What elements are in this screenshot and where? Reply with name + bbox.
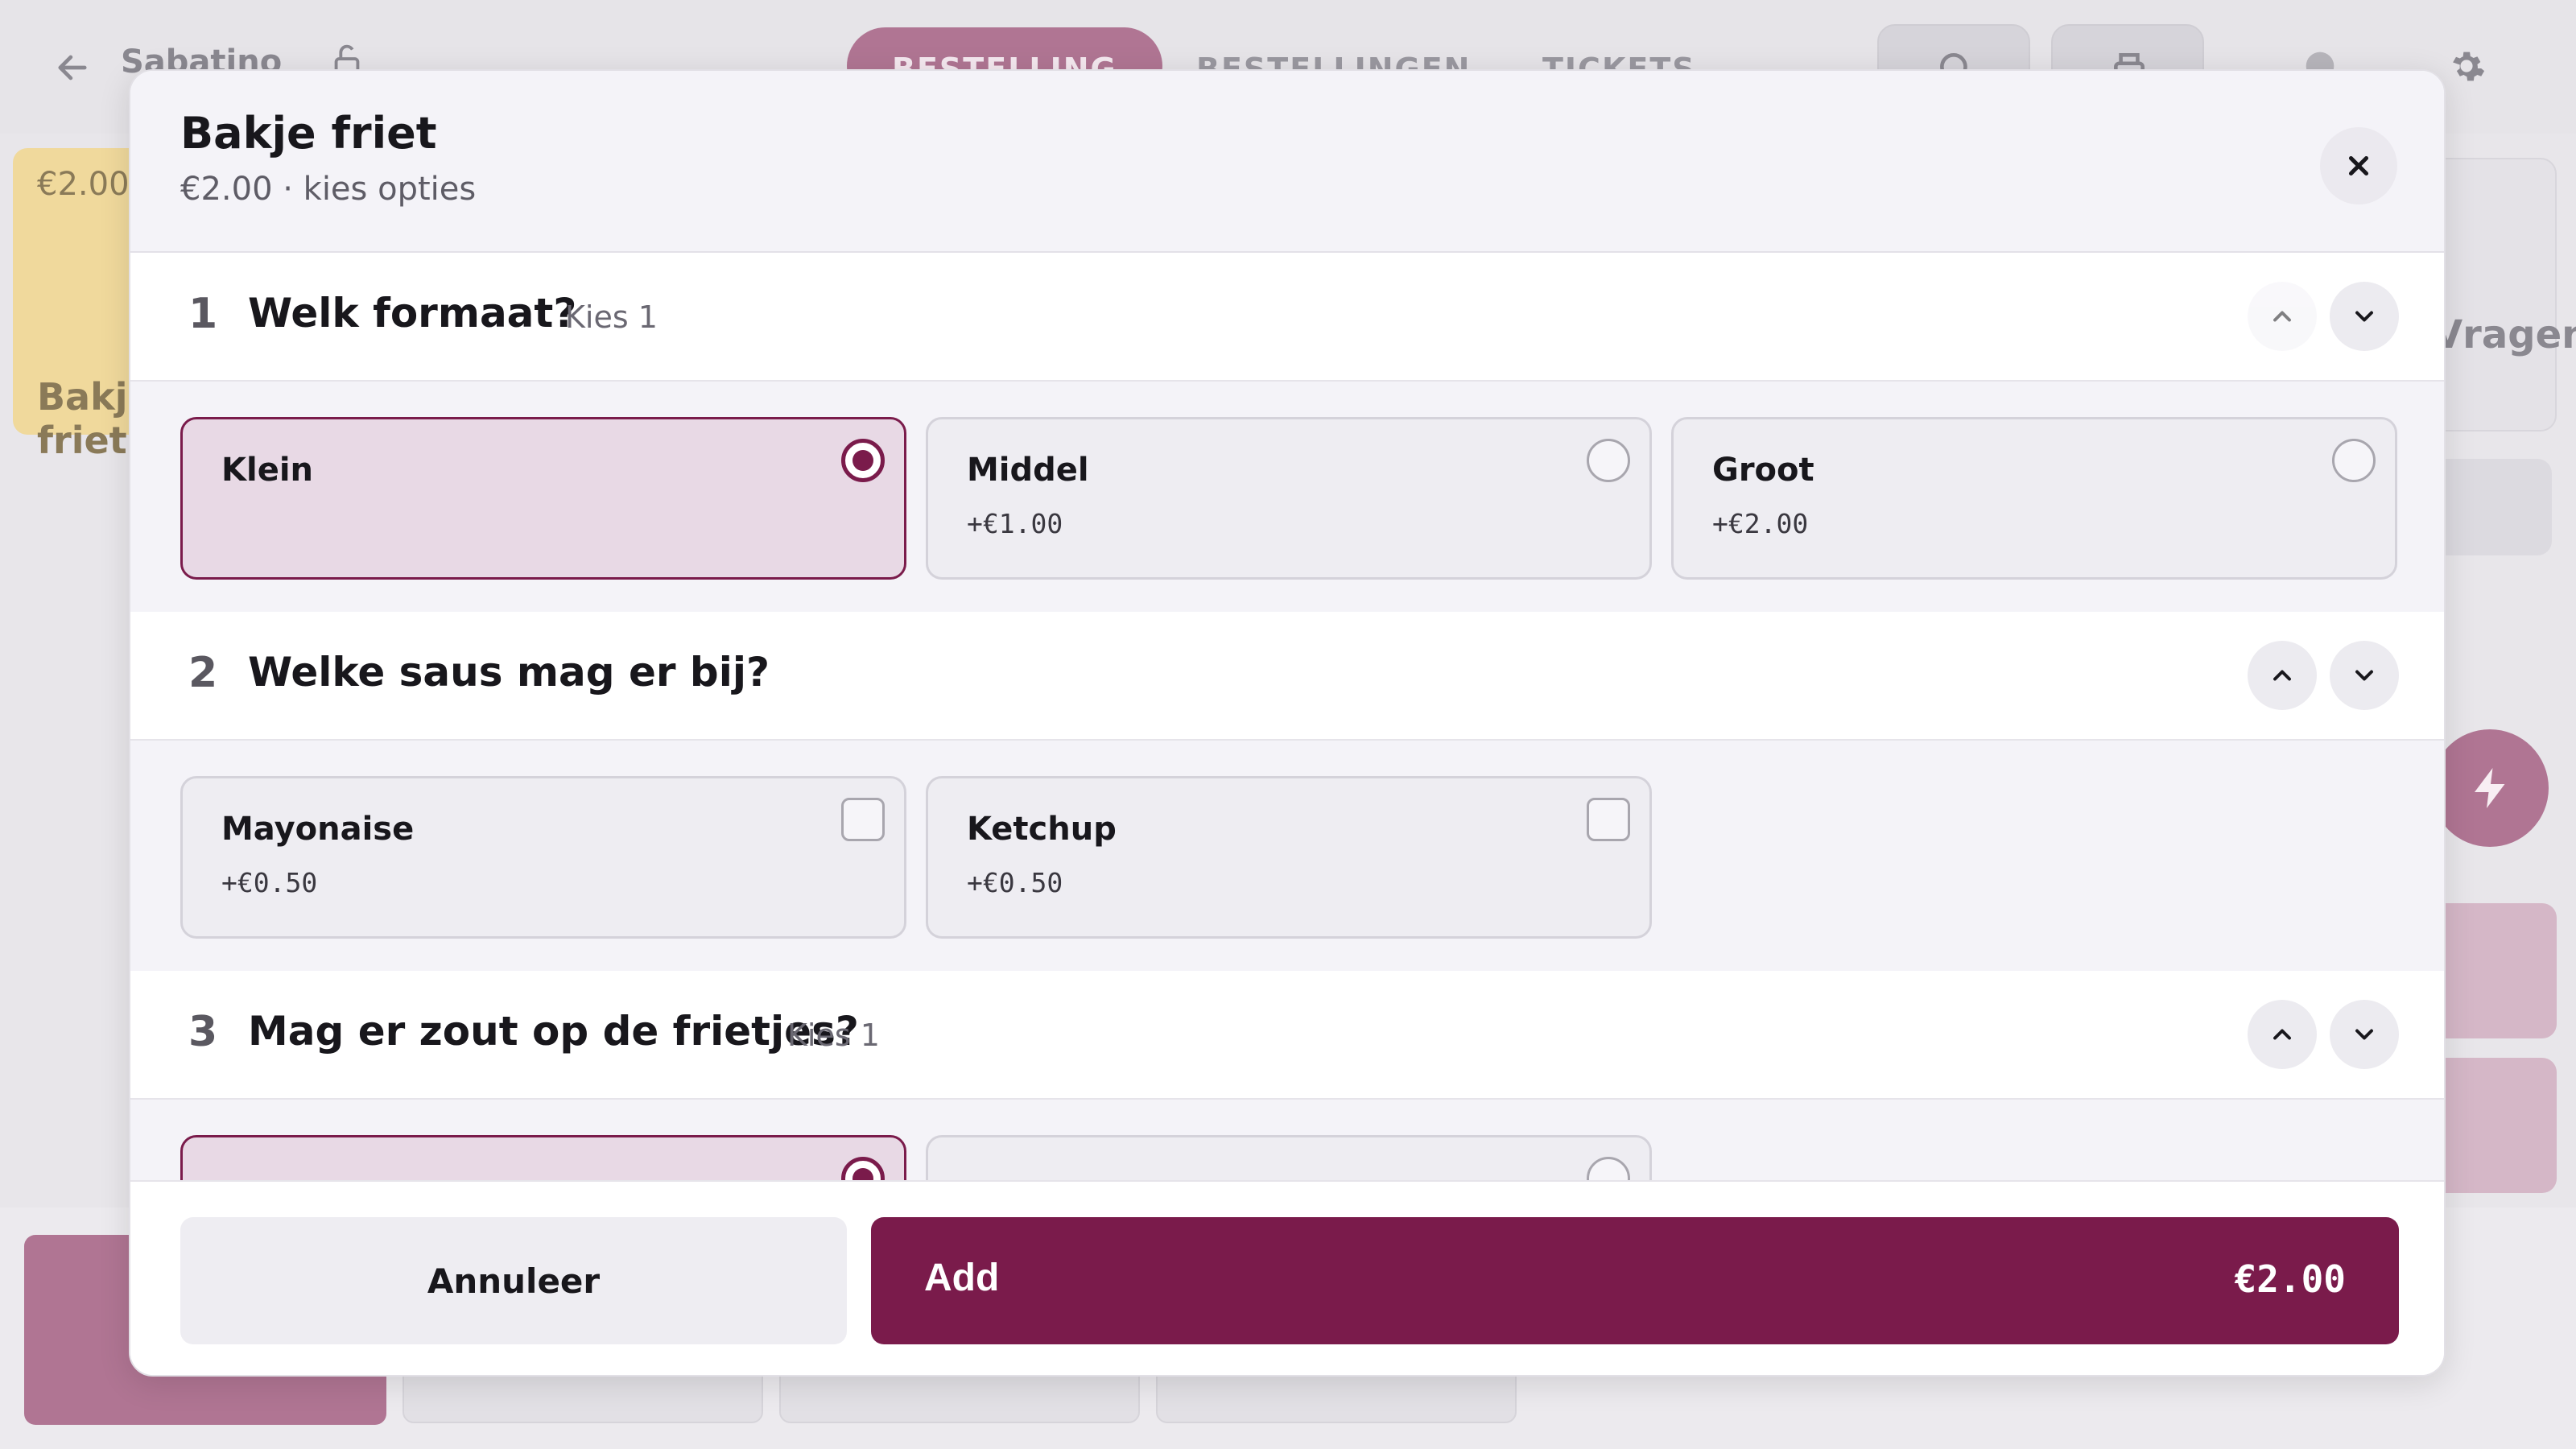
section-number: 3 (188, 1008, 218, 1056)
chevron-down-icon (2355, 1029, 2373, 1040)
move-up-button[interactable] (2248, 282, 2317, 351)
gear-icon[interactable] (2446, 45, 2487, 87)
chevron-down-icon (2355, 670, 2373, 681)
option-price: +€0.50 (221, 867, 318, 898)
radio-selected[interactable] (841, 1157, 885, 1180)
product-options-dialog: Bakje friet €2.00 · kies opties 1 Welk f… (129, 69, 2446, 1377)
section-options-formaat: Klein Middel +€1.00 Groot +€2.00 (130, 382, 2444, 612)
option-ketchup[interactable]: Ketchup +€0.50 (926, 776, 1652, 939)
dialog-footer: Annuleer Add €2.00 (130, 1180, 2444, 1375)
add-button-total: €2.00 (2234, 1257, 2346, 1301)
option-name: Mayonaise (221, 811, 415, 848)
section-header-zout[interactable]: 3 Mag er zout op de frietjes? Kies 1 (130, 971, 2444, 1100)
section-options-zout (130, 1100, 2444, 1180)
option-name: Klein (221, 452, 314, 489)
close-icon (2348, 155, 2369, 176)
radio-selected[interactable] (841, 439, 885, 482)
add-button-label: Add (924, 1257, 1000, 1299)
section-title: Mag er zout op de frietjes? (248, 1008, 859, 1055)
option-zout-2[interactable] (926, 1135, 1652, 1180)
radio-unselected[interactable] (1587, 1157, 1630, 1180)
move-down-button[interactable] (2330, 1000, 2399, 1069)
section-header-saus[interactable]: 2 Welke saus mag er bij? (130, 612, 2444, 741)
chevron-up-icon (2273, 670, 2291, 681)
dialog-title: Bakje friet (180, 108, 437, 159)
section-number: 2 (188, 649, 218, 697)
option-price: +€0.50 (967, 867, 1063, 898)
radio-unselected[interactable] (2332, 439, 2376, 482)
option-mayonaise[interactable]: Mayonaise +€0.50 (180, 776, 906, 939)
option-klein[interactable]: Klein (180, 417, 906, 580)
option-price: +€1.00 (967, 508, 1063, 539)
dialog-header: Bakje friet €2.00 · kies opties (130, 71, 2444, 253)
option-groot[interactable]: Groot +€2.00 (1671, 417, 2397, 580)
checkbox[interactable] (1587, 798, 1630, 841)
option-name: Groot (1712, 452, 1814, 489)
cancel-button[interactable]: Annuleer (180, 1217, 847, 1344)
section-hint: Kies 1 (565, 299, 658, 335)
option-name: Ketchup (967, 811, 1117, 848)
move-up-button[interactable] (2248, 641, 2317, 710)
section-options-saus: Mayonaise +€0.50 Ketchup +€0.50 (130, 741, 2444, 971)
lightning-icon (2475, 768, 2505, 808)
quick-action-button[interactable] (2431, 729, 2549, 847)
back-arrow-icon[interactable] (52, 47, 93, 89)
chevron-down-icon (2355, 311, 2373, 322)
add-button[interactable]: Add €2.00 (871, 1217, 2399, 1344)
side-panel-label: Vragen (2433, 312, 2576, 357)
section-title: Welke saus mag er bij? (248, 649, 770, 696)
move-down-button[interactable] (2330, 282, 2399, 351)
chevron-up-icon (2273, 1029, 2291, 1040)
dialog-subtitle: €2.00 · kies opties (180, 171, 477, 208)
checkbox[interactable] (841, 798, 885, 841)
section-title: Welk formaat? (248, 290, 577, 336)
close-button[interactable] (2320, 127, 2397, 204)
option-name: Middel (967, 452, 1089, 489)
option-zout-1[interactable] (180, 1135, 906, 1180)
section-hint: Kies 1 (787, 1018, 880, 1053)
option-price: +€2.00 (1712, 508, 1809, 539)
chevron-up-icon (2273, 311, 2291, 322)
move-up-button[interactable] (2248, 1000, 2317, 1069)
option-middel[interactable]: Middel +€1.00 (926, 417, 1652, 580)
section-number: 1 (188, 290, 218, 338)
radio-unselected[interactable] (1587, 439, 1630, 482)
move-down-button[interactable] (2330, 641, 2399, 710)
section-header-formaat[interactable]: 1 Welk formaat? Kies 1 (130, 253, 2444, 382)
product-card-price: €2.00 (37, 166, 130, 203)
